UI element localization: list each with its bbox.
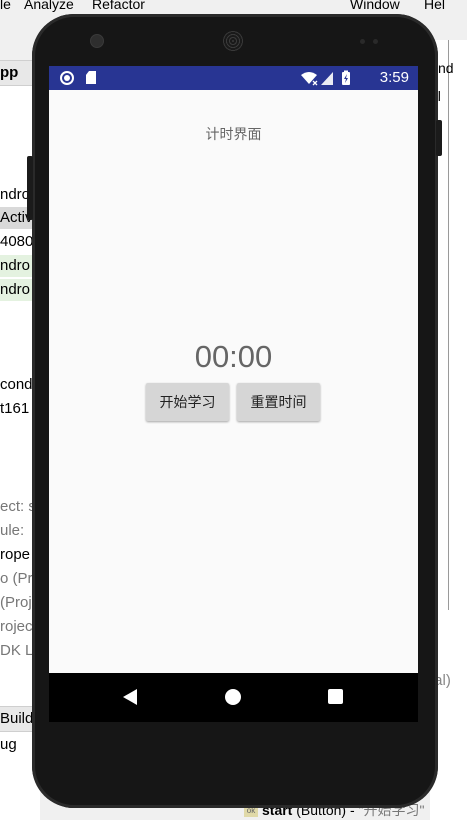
back-icon[interactable] — [123, 689, 137, 705]
status-icons — [301, 70, 350, 86]
ide-menubar: le Analyze Refactor Window Hel — [0, 0, 467, 12]
speaker-grille-icon — [223, 31, 243, 51]
menu-item-file[interactable]: le — [0, 0, 11, 11]
menu-item-help[interactable]: Hel — [424, 0, 445, 11]
menu-item-refactor[interactable]: Refactor — [92, 0, 145, 11]
reset-time-button[interactable]: 重置时间 — [237, 383, 320, 421]
signal-icon — [321, 72, 333, 85]
status-bar: 3:59 — [49, 66, 418, 90]
ide-side-panel — [448, 40, 467, 610]
power-button[interactable] — [436, 120, 442, 156]
page-title: 计时界面 — [205, 126, 262, 142]
wifi-icon — [301, 72, 318, 86]
battery-icon — [342, 70, 350, 85]
device-screen: 3:59 计时界面 00:00 开始学习 重置时间 — [49, 66, 418, 722]
recent-apps-icon[interactable] — [328, 689, 343, 704]
home-icon[interactable] — [225, 689, 241, 705]
menu-item-analyze[interactable]: Analyze — [24, 0, 74, 11]
notification-circle-icon — [60, 71, 74, 85]
volume-button[interactable] — [27, 156, 33, 220]
start-study-button[interactable]: 开始学习 — [146, 383, 229, 421]
status-time: 3:59 — [379, 69, 409, 86]
sensor-icon — [373, 39, 378, 44]
menu-item-window[interactable]: Window — [350, 0, 400, 11]
right-panel-label: nd — [438, 60, 454, 76]
sd-card-icon — [86, 71, 96, 84]
navigation-bar — [49, 673, 418, 722]
sensor-icon — [360, 39, 365, 44]
camera-icon — [90, 34, 104, 48]
timer-display: 00:00 — [194, 339, 273, 374]
